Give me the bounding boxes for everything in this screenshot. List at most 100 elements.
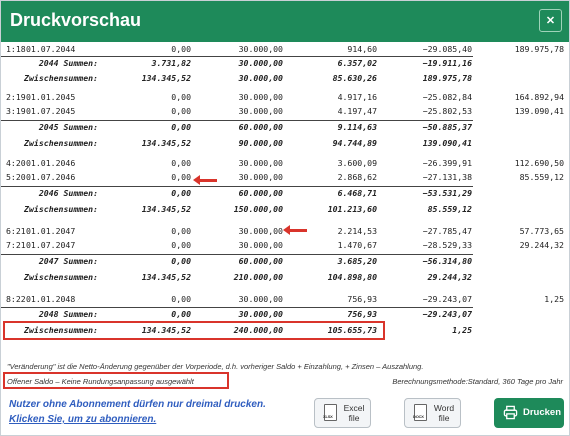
- summary-label: 2046 Summen:: [38, 188, 98, 198]
- close-button[interactable]: ✕: [539, 9, 562, 32]
- row-number: 2:19: [6, 92, 26, 102]
- cell-col-1: 134.345,52: [141, 204, 191, 214]
- word-file-button[interactable]: DOCX Word file: [404, 398, 461, 428]
- subscription-notice: Nutzer ohne Abonnement dürfen nur dreima…: [9, 399, 266, 410]
- print-button[interactable]: Drucken: [494, 398, 564, 428]
- cell-col-5: 57.773,65: [519, 226, 564, 236]
- cell-col-3: 94.744,89: [332, 138, 377, 148]
- row-date: 01.07.2045: [26, 106, 76, 116]
- calculation-method-note: Berechnungsmethode:Standard, 360 Tage pr…: [392, 377, 563, 386]
- cell-col-1: 0,00: [171, 309, 191, 319]
- row-date: 01.01.2048: [26, 294, 76, 304]
- row-number: 1:18: [6, 44, 26, 54]
- summary-separator: [1, 120, 473, 121]
- cell-col-4: 85.559,12: [427, 204, 472, 214]
- row-date: 01.01.2046: [26, 158, 76, 168]
- summary-label: 2048 Summen:: [38, 309, 98, 319]
- cell-col-2: 30.000,00: [238, 44, 283, 54]
- cell-col-2: 150.000,00: [233, 204, 283, 214]
- cell-col-4: 1,25: [452, 325, 472, 335]
- row-number: 4:20: [6, 158, 26, 168]
- cell-col-5: 189.975,78: [514, 44, 564, 54]
- cell-col-3: 1.470,67: [337, 240, 377, 250]
- cell-col-1: 0,00: [171, 92, 191, 102]
- row-date: 01.07.2044: [26, 44, 76, 54]
- summary-row: Zwischensummen: 134.345,52 210.000,00 104.8…: [1, 272, 569, 286]
- cell-col-4: −29.243,07: [422, 309, 472, 319]
- cell-col-3: 101.213,60: [327, 204, 377, 214]
- subscribe-link[interactable]: Klicken Sie, um zu abonnieren.: [9, 414, 156, 425]
- dialog-footer: Nutzer ohne Abonnement dürfen nur dreima…: [1, 390, 569, 435]
- cell-col-2: 60.000,00: [238, 188, 283, 198]
- cell-col-5: 112.690,50: [514, 158, 564, 168]
- cell-col-5: 139.090,41: [514, 106, 564, 116]
- cell-col-5: 29.244,32: [519, 240, 564, 250]
- cell-col-1: 0,00: [171, 226, 191, 236]
- cell-col-3: 104.898,80: [327, 272, 377, 282]
- cell-col-1: 3.731,82: [151, 58, 191, 68]
- table-row: 5:20 01.07.2046 0,00 30.000,00 2.868,62 −27.1…: [1, 172, 569, 186]
- cell-col-4: 139.090,41: [422, 138, 472, 148]
- cell-col-2: 90.000,00: [238, 138, 283, 148]
- close-icon: ✕: [545, 15, 556, 27]
- excel-file-label: Excel file: [343, 403, 365, 423]
- cell-col-4: −28.529,33: [422, 240, 472, 250]
- summary-label: Zwischensummen:: [24, 73, 98, 83]
- cell-col-1: 134.345,52: [141, 138, 191, 148]
- cell-col-3: 4.197,47: [337, 106, 377, 116]
- row-number: 3:19: [6, 106, 26, 116]
- cell-col-4: −56.314,80: [422, 256, 472, 266]
- cell-col-3: 9.114,63: [337, 122, 377, 132]
- cell-col-3: 3.600,09: [337, 158, 377, 168]
- cell-col-3: 6.468,71: [337, 188, 377, 198]
- cell-col-2: 30.000,00: [238, 226, 283, 236]
- table-row: 2:19 01.01.2045 0,00 30.000,00 4.917,16 −25.0…: [1, 92, 569, 106]
- cell-col-3: 4.917,16: [337, 92, 377, 102]
- cell-col-3: 756,93: [347, 309, 377, 319]
- cell-col-1: 0,00: [171, 240, 191, 250]
- cell-col-2: 30.000,00: [238, 294, 283, 304]
- cell-col-1: 0,00: [171, 256, 191, 266]
- cell-col-4: 29.244,32: [427, 272, 472, 282]
- cell-col-5: 164.892,94: [514, 92, 564, 102]
- annotation-arrow: [193, 175, 217, 185]
- summary-row: 2046 Summen: 0,00 60.000,00 6.468,71 −53.531…: [1, 188, 569, 202]
- table-row: 8:22 01.01.2048 0,00 30.000,00 756,93 −29.243…: [1, 294, 569, 308]
- summary-row: 2044 Summen: 3.731,82 30.000,00 6.357,02 −19…: [1, 58, 569, 72]
- cell-col-1: 0,00: [171, 122, 191, 132]
- preview-pane[interactable]: 1:18 01.07.2044 0,00 30.000,00 914,60 −29.085…: [1, 42, 569, 391]
- cell-col-1: 0,00: [171, 188, 191, 198]
- cell-col-2: 30.000,00: [238, 172, 283, 182]
- cell-col-2: 60.000,00: [238, 256, 283, 266]
- summary-row: Zwischensummen: 134.345,52 90.000,00 94.744…: [1, 138, 569, 152]
- cell-col-4: −53.531,29: [422, 188, 472, 198]
- summary-label: 2047 Summen:: [38, 256, 98, 266]
- cell-col-4: −19.911,16: [422, 58, 472, 68]
- printer-icon: [503, 405, 518, 420]
- word-file-label: Word file: [433, 403, 455, 423]
- cell-col-4: −29.243,07: [422, 294, 472, 304]
- cell-col-2: 30.000,00: [238, 106, 283, 116]
- table-row: 4:20 01.01.2046 0,00 30.000,00 3.600,09 −26.3…: [1, 158, 569, 172]
- row-date: 01.07.2047: [26, 240, 76, 250]
- summary-row: 2045 Summen: 0,00 60.000,00 9.114,63 −50.885…: [1, 122, 569, 136]
- print-button-label: Drucken: [523, 407, 562, 418]
- row-date: 01.01.2047: [26, 226, 76, 236]
- cell-col-2: 30.000,00: [238, 58, 283, 68]
- cell-col-5: 1,25: [544, 294, 564, 304]
- summary-label: Zwischensummen:: [24, 138, 98, 148]
- cell-col-4: 189.975,78: [422, 73, 472, 83]
- summary-separator: [1, 56, 473, 57]
- summary-row: 2047 Summen: 0,00 60.000,00 3.685,20 −56.314…: [1, 256, 569, 270]
- table-row: 3:19 01.07.2045 0,00 30.000,00 4.197,47 −25.8…: [1, 106, 569, 120]
- summary-separator: [1, 254, 473, 255]
- open-balance-highlight: [3, 372, 229, 389]
- summary-separator: [1, 186, 473, 187]
- excel-file-icon: XLSX: [323, 404, 337, 421]
- cell-col-3: 6.357,02: [337, 58, 377, 68]
- row-date: 01.07.2046: [26, 172, 76, 182]
- excel-file-button[interactable]: XLSX Excel file: [314, 398, 371, 428]
- cell-col-1: 0,00: [171, 172, 191, 182]
- summary-row: Zwischensummen: 134.345,52 30.000,00 85.630…: [1, 73, 569, 87]
- summary-label: Zwischensummen:: [24, 204, 98, 214]
